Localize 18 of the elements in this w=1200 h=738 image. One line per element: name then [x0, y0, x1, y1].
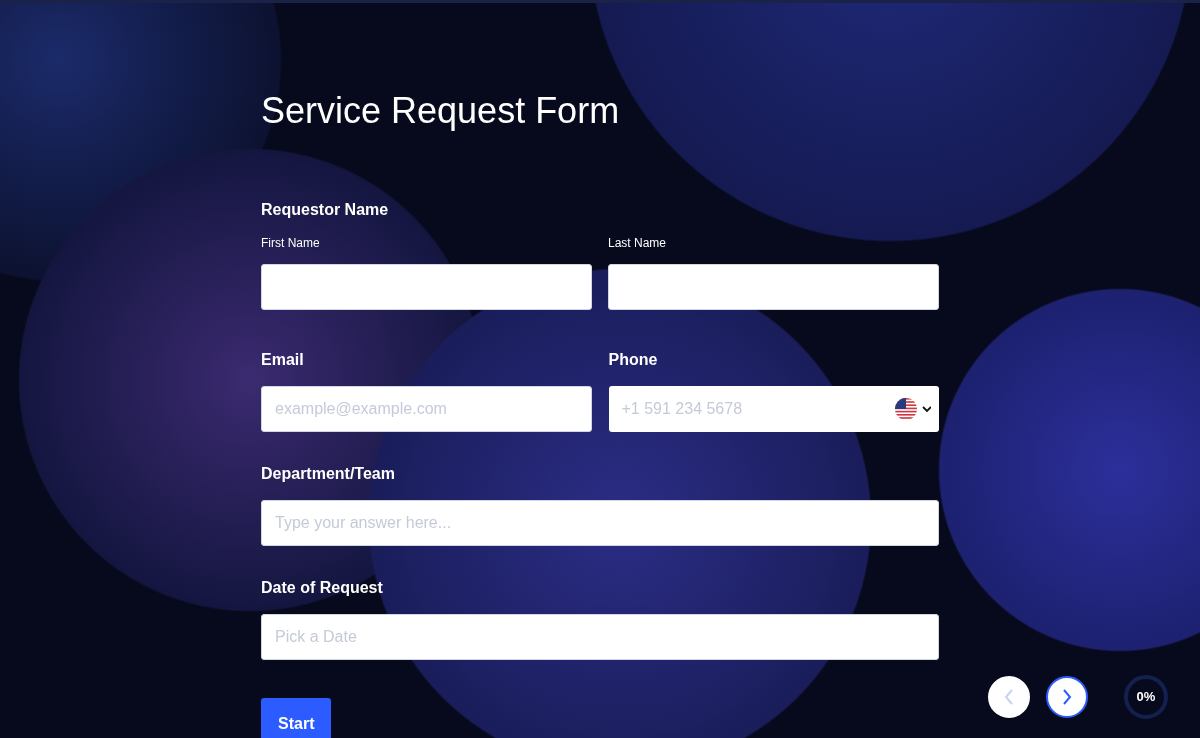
field-label: Date of Request: [261, 578, 383, 599]
field-sublabel: Last Name: [608, 235, 667, 253]
next-button[interactable]: [1046, 676, 1088, 718]
form-title: Service Request Form: [261, 89, 620, 133]
progress-percent: 0%: [1136, 688, 1156, 707]
country-picker[interactable]: [895, 398, 931, 421]
field-label: Department/Team: [261, 464, 395, 485]
field-sublabel: First Name: [261, 235, 320, 253]
input-field[interactable]: [608, 264, 939, 311]
field-label: Email: [261, 350, 304, 371]
input-field[interactable]: Type your answer here...: [261, 500, 939, 547]
field-label: Phone: [608, 350, 658, 371]
input-field[interactable]: [261, 264, 592, 311]
input-field[interactable]: Pick a Date: [261, 614, 939, 661]
field-label: Requestor Name: [261, 200, 389, 221]
input-field[interactable]: example@example.com: [261, 386, 592, 433]
progress-ring: [1123, 674, 1169, 720]
start-button[interactable]: Start: [261, 698, 332, 738]
